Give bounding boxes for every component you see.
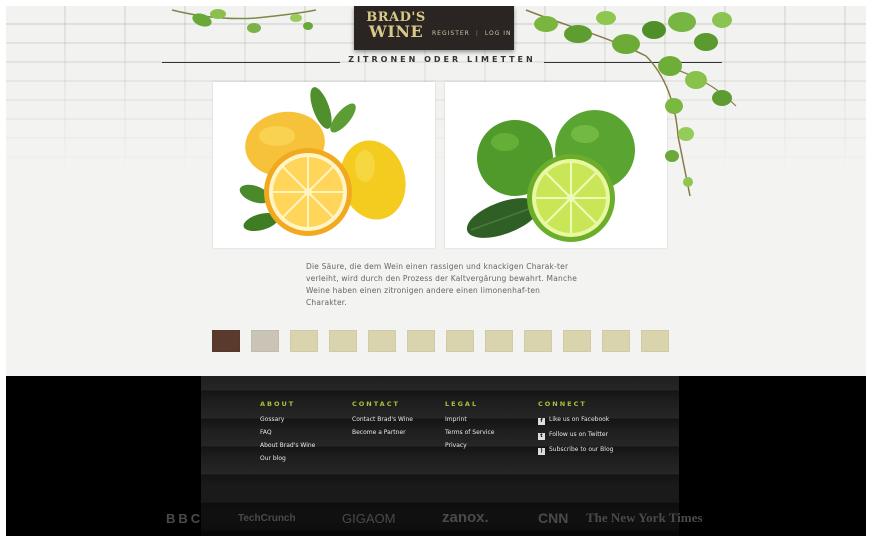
footer-connect: CONNECT f Like us on Facebook t Follow us … [538, 400, 613, 461]
twitter-icon: t [538, 433, 545, 440]
thumbnail-2[interactable] [251, 330, 279, 352]
press-logos: BBC TechCrunch GIGAOM zanox. CNN The New… [166, 509, 726, 531]
title-rule-right [544, 62, 722, 63]
footer-link-contact[interactable]: Contact Brad's Wine [352, 416, 413, 423]
footer-link-partner[interactable]: Become a Partner [352, 429, 413, 436]
zanox-logo: zanox. [442, 509, 489, 526]
register-link[interactable]: REGISTER [432, 30, 470, 37]
description-text: Die Säure, die dem Wein einen rassigen u… [306, 262, 578, 307]
nytimes-logo: The New York Times [586, 510, 703, 525]
footer-legal-heading: LEGAL [445, 400, 479, 408]
page-frame: BRAD'S WINE REGISTER | LOG IN ZITRONEN ODE… [6, 6, 866, 536]
thumbnail-8[interactable] [485, 330, 513, 352]
footer-legal: LEGAL Imprint Terms of Service Privacy [445, 400, 494, 455]
bbc-logo: BBC [166, 511, 204, 526]
rss-label: Subscribe to our Blog [549, 446, 614, 453]
thumbnail-6[interactable] [407, 330, 435, 352]
footer-link-rss[interactable]: ) Subscribe to our Blog [538, 446, 613, 455]
logo[interactable]: BRAD'S WINE [364, 11, 428, 41]
nav-separator: | [475, 30, 479, 37]
twitter-label: Follow us on Twitter [549, 431, 609, 438]
limes-photo [445, 82, 667, 248]
thumbnail-12[interactable] [641, 330, 669, 352]
footer-link-terms[interactable]: Terms of Service [445, 429, 494, 436]
title-rule-left [162, 62, 340, 63]
content-area: BRAD'S WINE REGISTER | LOG IN ZITRONEN ODE… [6, 6, 866, 376]
thumbnail-11[interactable] [602, 330, 630, 352]
footer-link-facebook[interactable]: f Like us on Facebook [538, 416, 613, 425]
account-nav: REGISTER | LOG IN [432, 30, 512, 37]
thumbnail-10[interactable] [563, 330, 591, 352]
footer-contact: CONTACT Contact Brad's Wine Become a Par… [352, 400, 413, 442]
thumbnail-3[interactable] [290, 330, 318, 352]
techcrunch-logo: TechCrunch [238, 513, 296, 524]
thumbnail-7[interactable] [446, 330, 474, 352]
login-link[interactable]: LOG IN [485, 30, 512, 37]
logo-board[interactable]: BRAD'S WINE REGISTER | LOG IN [354, 6, 514, 50]
footer-about-heading: ABOUT [260, 400, 296, 408]
footer-link-about[interactable]: About Brad's Wine [260, 442, 315, 449]
rss-icon: ) [538, 448, 545, 455]
footer-link-blog[interactable]: Our blog [260, 455, 315, 462]
thumbnail-5[interactable] [368, 330, 396, 352]
thumbnail-1[interactable] [212, 330, 240, 352]
thumbnail-4[interactable] [329, 330, 357, 352]
lemons-photo [213, 82, 435, 248]
footer-contact-heading: CONTACT [352, 400, 400, 408]
footer-link-privacy[interactable]: Privacy [445, 442, 494, 449]
footer-link-glossary[interactable]: Gossary [260, 416, 315, 423]
logo-line-2: WINE [368, 22, 424, 41]
footer-link-twitter[interactable]: t Follow us on Twitter [538, 431, 613, 440]
gigaom-logo: GIGAOM [342, 511, 396, 526]
footer-connect-heading: CONNECT [538, 400, 587, 408]
page-title: ZITRONEN ODER LIMETTEN [348, 55, 536, 64]
facebook-icon: f [538, 418, 545, 425]
footer-link-faq[interactable]: FAQ [260, 429, 315, 436]
thumbnail-9[interactable] [524, 330, 552, 352]
facebook-label: Like us on Facebook [549, 416, 610, 423]
thumbnail-strip [212, 330, 672, 354]
footer-link-imprint[interactable]: Imprint [445, 416, 494, 423]
cnn-logo: CNN [538, 510, 569, 526]
footer-about: ABOUT Gossary FAQ About Brad's Wine Our … [260, 400, 315, 468]
